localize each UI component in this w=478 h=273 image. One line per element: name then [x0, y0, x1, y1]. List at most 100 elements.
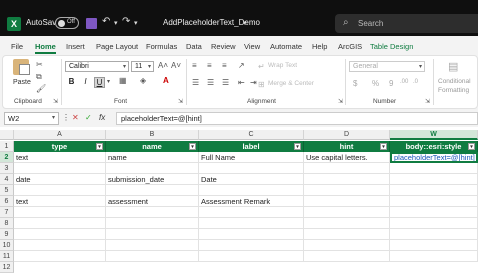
title-chevron-down-icon[interactable]: ▾ [243, 19, 247, 27]
underline-button[interactable]: U [94, 77, 105, 88]
row-header-3[interactable]: 3 [0, 163, 14, 174]
table-cell[interactable]: text [14, 196, 106, 207]
tab-page-layout[interactable]: Page Layout [96, 42, 138, 51]
bottom-align-icon[interactable]: ≡ [222, 61, 227, 70]
table-cell[interactable] [304, 229, 390, 240]
table-header-body-esri-style[interactable]: body::esri:style ▾ [390, 141, 478, 152]
undo-icon[interactable]: ↶ [102, 16, 110, 27]
increase-font-icon[interactable]: A˄ [158, 61, 168, 70]
row-header-1[interactable]: 1 [0, 141, 14, 152]
align-left-icon[interactable]: ☰ [192, 78, 199, 87]
table-cell[interactable] [14, 251, 106, 262]
column-header-w[interactable]: W [390, 130, 478, 140]
decrease-font-icon[interactable]: A˅ [171, 61, 181, 70]
column-header-c[interactable]: C [199, 130, 304, 140]
tab-data[interactable]: Data [186, 42, 202, 51]
row-header-5[interactable]: 5 [0, 185, 14, 196]
alignment-launcher-icon[interactable]: ⇲ [338, 98, 343, 105]
tab-help[interactable]: Help [312, 42, 327, 51]
table-cell[interactable]: Date [199, 174, 304, 185]
column-header-a[interactable]: A [14, 130, 106, 140]
decrease-indent-icon[interactable]: ⇤ [238, 78, 245, 87]
table-cell[interactable]: Assessment Remark [199, 196, 304, 207]
table-cell[interactable] [199, 240, 304, 251]
row-header-7[interactable]: 7 [0, 207, 14, 218]
tab-table-design[interactable]: Table Design [370, 42, 413, 51]
orientation-icon[interactable]: ↗ [238, 61, 245, 70]
increase-indent-icon[interactable]: ⇥ [250, 78, 257, 87]
table-cell[interactable] [390, 207, 478, 218]
table-cell[interactable] [390, 229, 478, 240]
table-cell[interactable] [106, 207, 199, 218]
table-cell[interactable] [106, 240, 199, 251]
filter-dropdown-icon[interactable]: ▾ [96, 143, 103, 150]
number-launcher-icon[interactable]: ⇲ [425, 98, 430, 105]
table-cell[interactable] [390, 196, 478, 207]
fill-color-icon[interactable]: ◈ [140, 76, 146, 85]
table-cell[interactable] [106, 251, 199, 262]
filter-dropdown-icon[interactable]: ▾ [189, 143, 196, 150]
number-format-select[interactable]: General ▾ [349, 61, 425, 72]
column-header-d[interactable]: D [304, 130, 390, 140]
row-header-10[interactable]: 10 [0, 240, 14, 251]
table-cell[interactable] [304, 251, 390, 262]
copy-icon[interactable]: ⧉ [36, 72, 42, 82]
font-color-icon[interactable]: A [163, 76, 169, 85]
insert-function-button[interactable]: fx [99, 113, 105, 122]
percent-icon[interactable]: % [372, 79, 379, 88]
row-header-12[interactable]: 12 [0, 262, 14, 273]
table-cell[interactable]: Full Name [199, 152, 304, 163]
table-cell[interactable] [390, 218, 478, 229]
tab-review[interactable]: Review [211, 42, 236, 51]
top-align-icon[interactable]: ≡ [192, 61, 197, 70]
table-cell[interactable] [106, 185, 199, 196]
table-cell[interactable] [14, 185, 106, 196]
wrap-text-icon[interactable]: ↵ [258, 62, 265, 71]
wrap-text-button[interactable]: Wrap Text [268, 62, 297, 69]
table-cell[interactable] [304, 207, 390, 218]
table-header-type[interactable]: type ▾ [14, 141, 106, 152]
font-name-select[interactable]: Calibri ▾ [65, 61, 129, 72]
decrease-decimal-icon[interactable]: .0 [413, 79, 418, 85]
row-header-6[interactable]: 6 [0, 196, 14, 207]
redo-icon[interactable]: ↷ [122, 16, 130, 27]
table-cell[interactable] [304, 240, 390, 251]
table-cell[interactable] [14, 218, 106, 229]
table-cell[interactable] [199, 163, 304, 174]
row-header-11[interactable]: 11 [0, 251, 14, 262]
clipboard-launcher-icon[interactable]: ⇲ [53, 98, 58, 105]
middle-align-icon[interactable]: ≡ [207, 61, 212, 70]
table-cell[interactable] [304, 185, 390, 196]
table-cell[interactable] [106, 218, 199, 229]
name-box-chevron-icon[interactable]: ▾ [52, 114, 55, 121]
table-cell[interactable] [199, 207, 304, 218]
font-size-select[interactable]: 11 ▾ [131, 61, 154, 72]
undo-dropdown-icon[interactable]: ▾ [114, 19, 118, 27]
tab-formulas[interactable]: Formulas [146, 42, 177, 51]
table-cell[interactable] [199, 229, 304, 240]
borders-icon[interactable]: ▦ [119, 76, 127, 85]
table-cell[interactable] [304, 218, 390, 229]
tab-file[interactable]: File [11, 42, 23, 51]
table-cell[interactable]: name [106, 152, 199, 163]
font-launcher-icon[interactable]: ⇲ [178, 98, 183, 105]
table-cell[interactable] [390, 163, 478, 174]
table-cell[interactable]: date [14, 174, 106, 185]
table-header-label[interactable]: label ▾ [199, 141, 304, 152]
table-cell[interactable] [199, 218, 304, 229]
table-cell[interactable] [199, 185, 304, 196]
filter-dropdown-icon[interactable]: ▾ [380, 143, 387, 150]
filter-dropdown-icon[interactable]: ▾ [468, 143, 475, 150]
table-cell[interactable] [106, 229, 199, 240]
comma-style-icon[interactable]: 9 [389, 79, 393, 88]
increase-decimal-icon[interactable]: .00 [400, 79, 408, 85]
table-header-name[interactable]: name ▾ [106, 141, 199, 152]
table-cell[interactable] [304, 196, 390, 207]
table-cell[interactable] [390, 240, 478, 251]
select-all-corner[interactable] [0, 130, 14, 140]
align-right-icon[interactable]: ☰ [222, 78, 229, 87]
table-cell[interactable] [14, 207, 106, 218]
row-header-4[interactable]: 4 [0, 174, 14, 185]
merge-icon[interactable]: ⊞ [258, 80, 265, 89]
table-cell[interactable] [304, 163, 390, 174]
